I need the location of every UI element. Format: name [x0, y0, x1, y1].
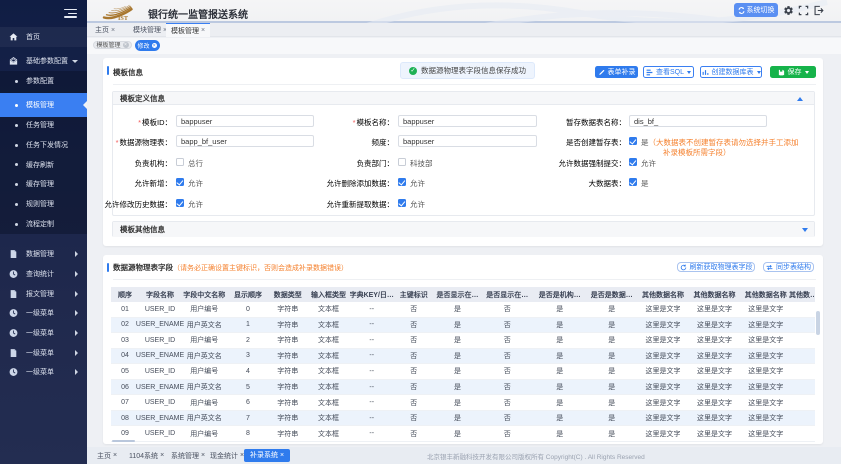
svg-text:IST: IST: [118, 15, 129, 21]
